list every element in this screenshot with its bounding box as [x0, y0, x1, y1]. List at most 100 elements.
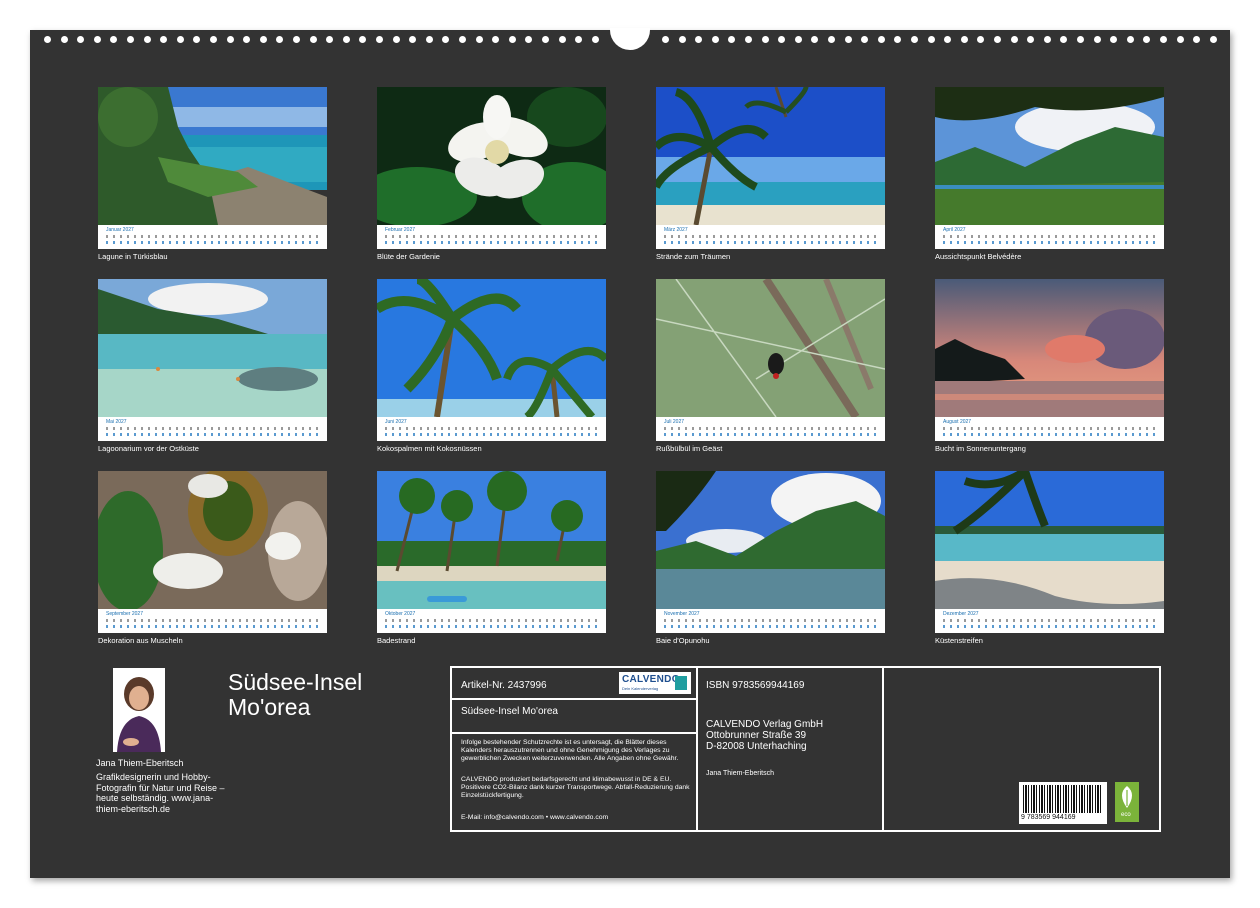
photo-russbuelbuel[interactable] — [656, 279, 885, 417]
month-cell[interactable]: März 2027 Strände zum Träumen — [656, 87, 885, 261]
day-grid — [385, 426, 600, 438]
binding-hole — [542, 36, 549, 43]
publisher-street: Ottobrunner Straße 39 — [706, 730, 807, 741]
month-cell[interactable]: Januar 2027 Lagune in Türkisblau — [98, 87, 327, 261]
month-label: März 2027 — [664, 227, 688, 233]
binding-hole — [1193, 36, 1201, 43]
photo-belvedere[interactable] — [935, 87, 1164, 225]
photo-caption: Küstenstreifen — [935, 636, 983, 645]
binding-hole — [861, 36, 869, 43]
binding-hole — [392, 36, 400, 43]
product-title: Südsee-Insel Mo'orea — [461, 706, 558, 717]
binding-hole — [44, 36, 51, 43]
binding-hole — [1010, 36, 1018, 43]
binding-hole — [1093, 36, 1101, 43]
binding-hole — [994, 36, 1001, 43]
photo-straende[interactable] — [656, 87, 885, 225]
month-cell[interactable]: Juni 2027 Kokospalmen mit Kokosnüssen — [377, 279, 606, 453]
article-number: Artikel-Nr. 2437996 — [461, 680, 547, 691]
month-calendar-strip: April 2027 — [935, 225, 1164, 249]
photo-caption: Kokospalmen mit Kokosnüssen — [377, 444, 482, 453]
divider — [882, 668, 884, 830]
binding-hole — [110, 36, 118, 43]
month-cell[interactable]: Juli 2027 Rußbülbül im Geäst — [656, 279, 885, 453]
binding-hole — [662, 36, 669, 43]
binding-hole — [844, 36, 852, 43]
publisher-address: CALVENDO Verlag GmbH Ottobrunner Straße … — [706, 719, 823, 752]
publisher-name: CALVENDO Verlag GmbH — [706, 719, 824, 730]
photo-opunohu[interactable] — [656, 471, 885, 609]
day-grid — [106, 234, 321, 246]
month-calendar-strip: März 2027 — [656, 225, 885, 249]
month-cell[interactable]: Dezember 2027 Küstenstreifen — [935, 471, 1164, 645]
divider — [452, 732, 696, 734]
binding-hole — [761, 36, 769, 43]
binding-hole — [1110, 36, 1118, 43]
isbn-barcode: 9 783569 944169 — [1019, 782, 1107, 824]
publisher-city: D-82008 Unterhaching — [706, 741, 807, 752]
month-calendar-strip: September 2027 — [98, 609, 327, 633]
month-label: Juli 2027 — [664, 419, 685, 425]
month-cell[interactable]: Mai 2027 Lagoonarium vor der Ostküste — [98, 279, 327, 453]
binding-hole — [176, 36, 184, 43]
binding-hole — [442, 36, 450, 43]
logo-mark-icon — [675, 676, 687, 690]
binding-hole — [778, 36, 786, 43]
photo-lagune[interactable] — [98, 87, 327, 225]
binding-hole — [728, 36, 736, 43]
day-grid — [106, 618, 321, 630]
photo-caption: Lagune in Türkisblau — [98, 252, 168, 261]
binding-hole — [309, 36, 317, 43]
binding-hole — [210, 36, 217, 43]
binding-hole — [894, 36, 902, 43]
binding-hole — [409, 36, 417, 43]
leaf-icon — [1122, 786, 1132, 808]
product-info-box: Artikel-Nr. 2437996 CALVENDO Dein Kalend… — [450, 666, 1161, 832]
binding-hole — [1209, 36, 1217, 43]
day-grid — [106, 426, 321, 438]
month-label: Mai 2027 — [106, 419, 127, 425]
binding-hole — [508, 36, 516, 43]
binding-hole — [944, 36, 952, 43]
month-cell[interactable]: Februar 2027 Blüte der Gardenie — [377, 87, 606, 261]
binding-hole — [127, 36, 134, 43]
month-cell[interactable]: November 2027 Baie d'Opunohu — [656, 471, 885, 645]
binding-hole — [293, 36, 300, 43]
month-label: Juni 2027 — [385, 419, 407, 425]
contact-line: E-Mail: info@calvendo.com • www.calvendo… — [461, 814, 609, 821]
binding-hole — [160, 36, 168, 43]
day-grid — [664, 234, 879, 246]
production-note: CALVENDO produziert bedarfsgerecht und k… — [461, 776, 690, 799]
binding-hole — [794, 36, 802, 43]
barcode-bars — [1023, 785, 1103, 813]
month-calendar-strip: Oktober 2027 — [377, 609, 606, 633]
eco-badge: eco — [1115, 782, 1139, 822]
binding-hole — [459, 36, 466, 43]
binding-hole — [492, 36, 500, 43]
photo-caption: Rußbülbül im Geäst — [656, 444, 723, 453]
month-cell[interactable]: April 2027 Aussichtspunkt Belvédère — [935, 87, 1164, 261]
month-cell[interactable]: August 2027 Bucht im Sonnenuntergang — [935, 279, 1164, 453]
photo-caption: Strände zum Träumen — [656, 252, 731, 261]
author-bio: Grafikdesignerin und Hobby-Fotografin fü… — [96, 772, 225, 814]
binding-hole — [877, 36, 885, 43]
photo-kuestenstreifen[interactable] — [935, 471, 1164, 609]
photo-muscheln[interactable] — [98, 471, 327, 609]
month-calendar-strip: Juli 2027 — [656, 417, 885, 441]
photo-sonnenuntergang[interactable] — [935, 279, 1164, 417]
binding-hole — [960, 36, 968, 43]
binding-hole — [1027, 36, 1035, 43]
day-grid — [385, 234, 600, 246]
divider — [696, 668, 698, 830]
binding-hole — [1077, 36, 1084, 43]
binding-hole — [376, 36, 383, 43]
title-line-1: Südsee-Insel — [228, 669, 363, 695]
photo-gardenie[interactable] — [377, 87, 606, 225]
binding-hole — [1060, 36, 1068, 43]
photo-lagoonarium[interactable] — [98, 279, 327, 417]
photo-kokospalmen[interactable] — [377, 279, 606, 417]
photo-badestrand[interactable] — [377, 471, 606, 609]
month-cell[interactable]: Oktober 2027 Badestrand — [377, 471, 606, 645]
month-cell[interactable]: September 2027 Dekoration aus Muscheln — [98, 471, 327, 645]
month-label: April 2027 — [943, 227, 966, 233]
